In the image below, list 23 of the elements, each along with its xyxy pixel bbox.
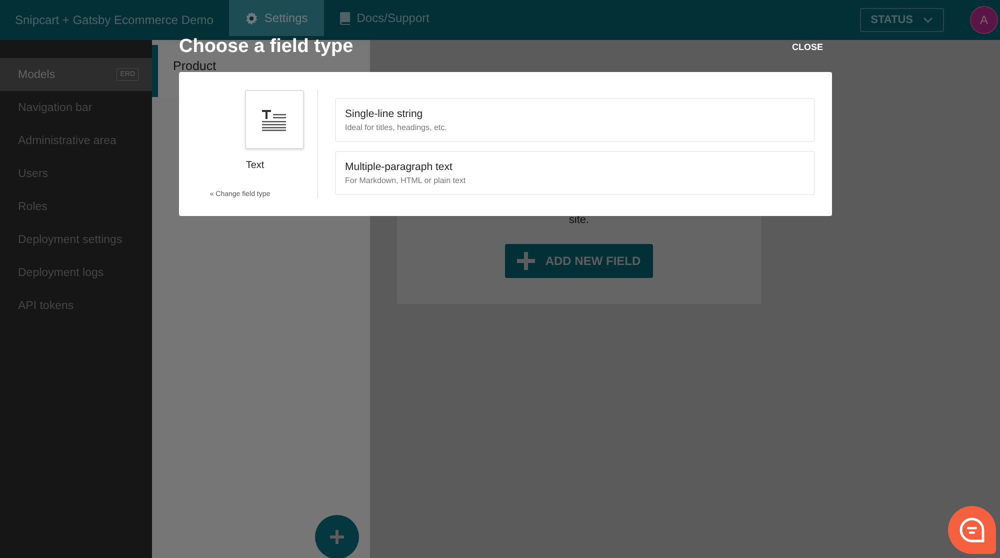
- text-icon: [261, 108, 287, 130]
- option-title: Multiple-paragraph text: [345, 161, 454, 173]
- option-title: Single-line string: [345, 108, 424, 120]
- option-description: For Markdown, HTML or plain text: [345, 176, 467, 185]
- chevron-down-icon: [923, 17, 933, 23]
- chat-icon: [959, 517, 985, 543]
- add-new-field-button[interactable]: ADD NEW FIELD: [505, 244, 653, 278]
- nav-tab[interactable]: Docs/Support: [324, 0, 446, 36]
- option-description: Ideal for titles, headings, etc.: [345, 123, 448, 132]
- book-icon: [340, 12, 351, 24]
- field-option[interactable]: Single-line string Ideal for titles, headings, etc.: [335, 98, 815, 142]
- avatar[interactable]: A: [970, 6, 998, 34]
- field-type-label: Text: [246, 160, 264, 171]
- gear-icon: [245, 12, 258, 24]
- close-button[interactable]: CLOSE: [792, 42, 824, 52]
- field-type-tile[interactable]: [244, 90, 304, 149]
- nav-tab[interactable]: Settings: [229, 0, 324, 36]
- status-dropdown[interactable]: STATUS: [860, 8, 944, 32]
- field-option[interactable]: Multiple-paragraph text For Markdown, HTML or plain text: [335, 151, 815, 195]
- plus-icon: [517, 252, 536, 270]
- plus-icon: [330, 530, 344, 544]
- app-title: Snipcart + Gatsby Ecommerce Demo: [14, 13, 214, 27]
- empty-message: site.: [568, 214, 590, 226]
